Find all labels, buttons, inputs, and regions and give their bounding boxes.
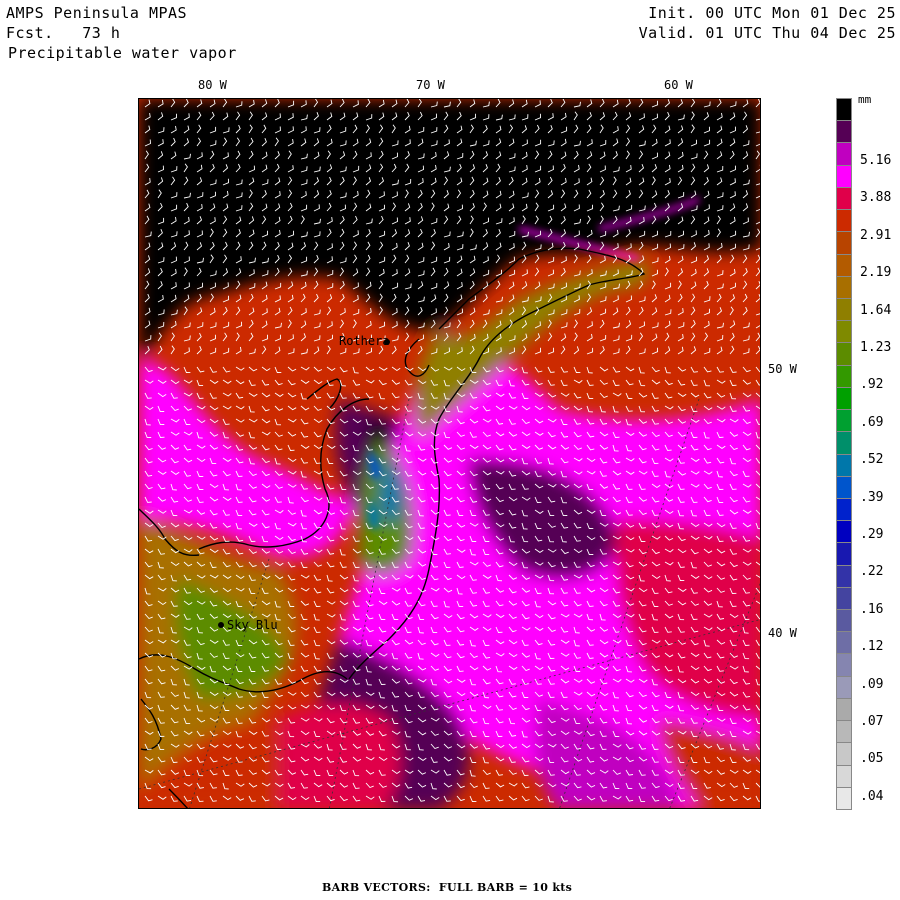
legend-swatch <box>836 453 852 477</box>
legend-swatch <box>836 386 852 411</box>
legend-label: .09 <box>860 676 884 692</box>
legend-label: 3.88 <box>860 190 892 206</box>
legend-swatch <box>836 720 852 744</box>
legend-swatch <box>836 520 852 544</box>
legend-swatch <box>836 609 852 633</box>
legend-swatch <box>836 697 852 722</box>
legend-label: .69 <box>860 414 884 430</box>
legend-swatch <box>836 653 852 677</box>
forecast-hour: Fcst. 73 h <box>6 24 121 42</box>
legend-label: 2.91 <box>860 227 892 243</box>
legend-swatch <box>836 120 852 144</box>
legend-swatch <box>836 364 852 388</box>
lon-label-70w: 70 W <box>416 78 445 92</box>
legend-swatch <box>836 297 852 322</box>
legend-swatch <box>836 142 852 166</box>
legend-label: .04 <box>860 788 884 804</box>
barb-vector-note: BARB VECTORS: FULL BARB = 10 kts <box>322 881 573 894</box>
legend-swatch <box>836 564 852 588</box>
legend-label: .12 <box>860 639 884 655</box>
legend-swatch <box>836 764 852 788</box>
legend-label: 5.16 <box>860 153 892 168</box>
legend-units: mm <box>858 93 872 106</box>
init-time: Init. 00 UTC Mon 01 Dec 25 <box>648 4 896 22</box>
legend-swatch <box>836 631 852 655</box>
legend-swatch <box>836 786 852 810</box>
legend-swatch <box>836 409 852 433</box>
lon-label-80w: 80 W <box>198 78 227 92</box>
legend-label: 1.23 <box>860 340 892 355</box>
legend-swatch <box>836 475 852 499</box>
legend-label: .39 <box>860 489 884 505</box>
legend-swatch <box>836 253 852 277</box>
legend-swatch <box>836 320 852 344</box>
legend-label: .16 <box>860 601 884 617</box>
legend-label: .07 <box>860 714 884 729</box>
legend-swatch <box>836 98 852 122</box>
legend-swatch <box>836 231 852 255</box>
legend-swatch <box>836 542 852 566</box>
legend-swatch <box>836 586 852 611</box>
lon-label-60w: 60 W <box>664 78 693 92</box>
lon-label-40w: 40 W <box>768 626 797 640</box>
precipitable-water-map: Rothera Sky Blu <box>138 98 761 809</box>
legend-swatch <box>836 497 852 522</box>
legend-swatch <box>836 675 852 699</box>
legend-label: 2.19 <box>860 265 892 281</box>
legend-label: .29 <box>860 527 884 542</box>
legend-label: 1.64 <box>860 302 892 318</box>
model-title: AMPS Peninsula MPAS <box>6 4 188 22</box>
legend-label: .52 <box>860 452 884 468</box>
legend-swatch <box>836 209 852 233</box>
legend-label: .92 <box>860 377 884 393</box>
legend-swatch <box>836 342 852 366</box>
station-label-sky-blu: Sky Blu <box>227 618 278 632</box>
legend-label: .22 <box>860 564 884 580</box>
field-name: Precipitable water vapor <box>8 44 237 62</box>
legend-swatch <box>836 742 852 766</box>
map-canvas <box>139 99 760 808</box>
legend-swatch <box>836 186 852 211</box>
station-label-rothera: Rothera <box>339 334 390 348</box>
legend-swatch <box>836 431 852 455</box>
legend-label: .05 <box>860 751 884 767</box>
legend-swatch <box>836 275 852 299</box>
lon-label-50w: 50 W <box>768 362 797 376</box>
valid-time: Valid. 01 UTC Thu 04 Dec 25 <box>638 24 896 42</box>
legend-swatch <box>836 164 852 188</box>
